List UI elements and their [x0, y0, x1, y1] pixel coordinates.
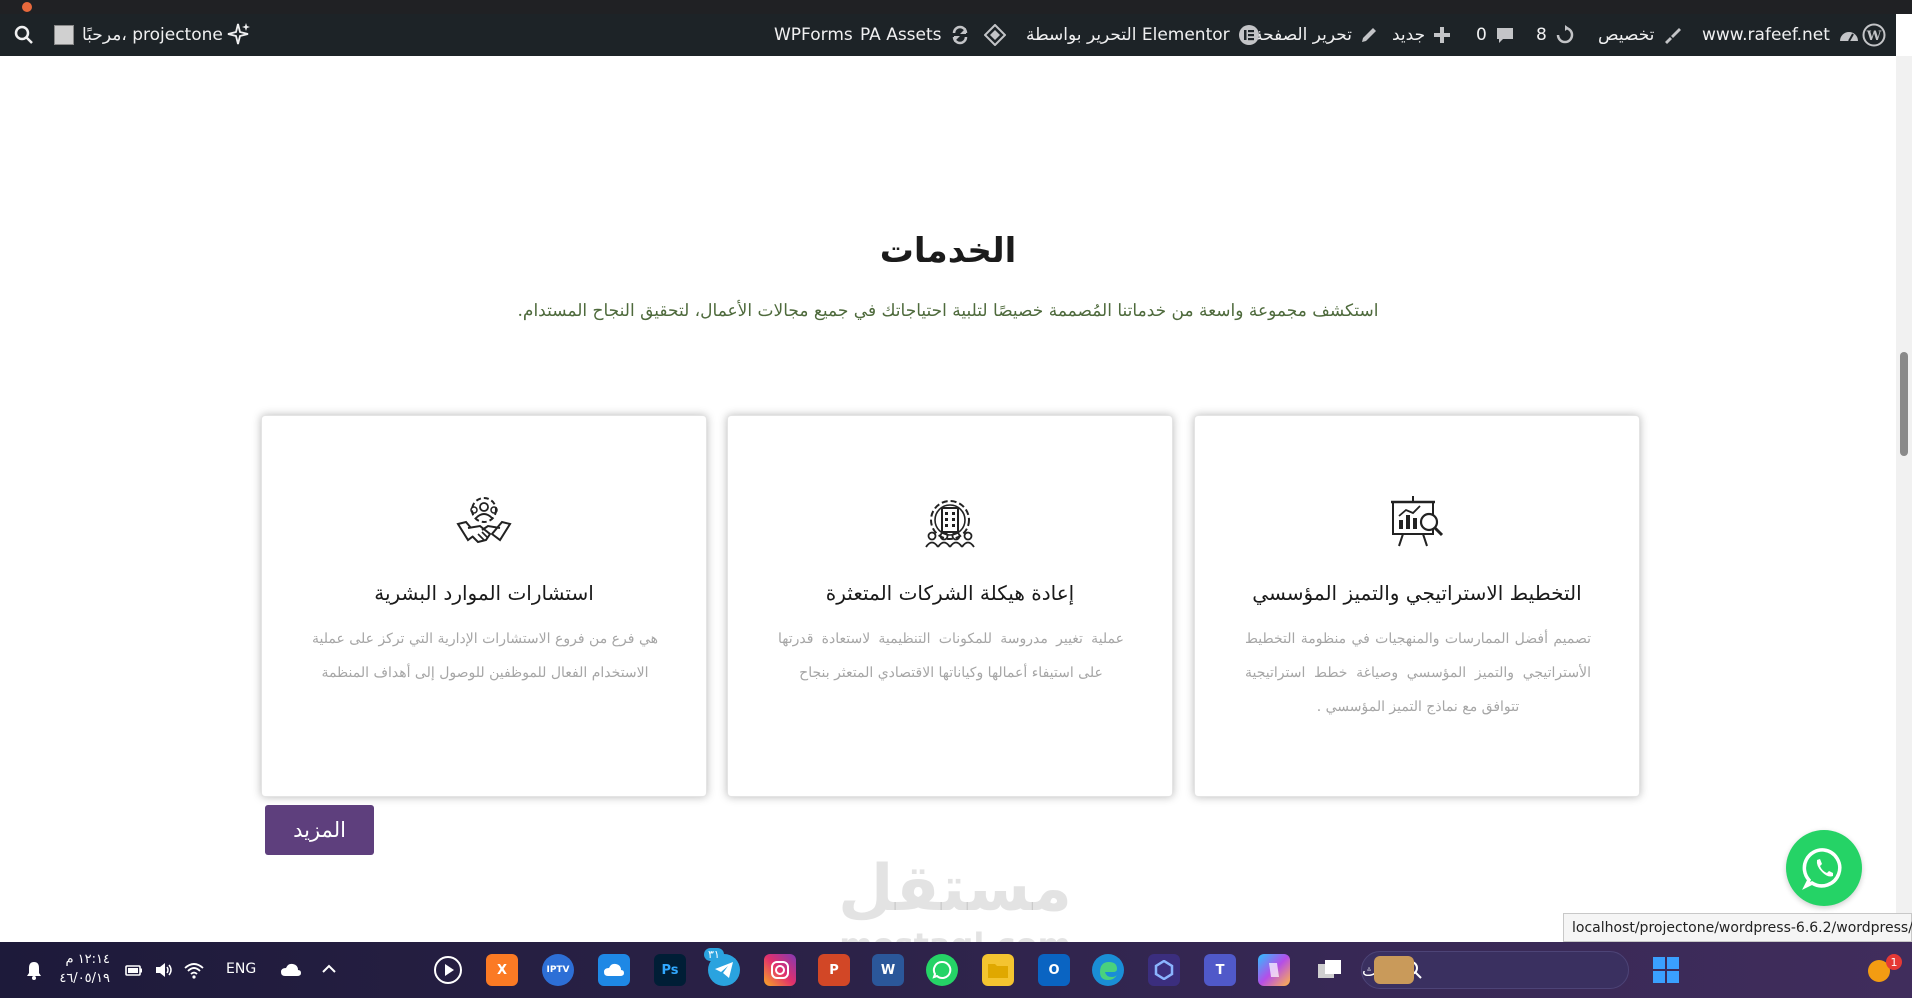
ai-sparkle-menu[interactable]	[226, 14, 252, 56]
whatsapp-icon	[1802, 848, 1842, 890]
outlook-icon[interactable]: O	[1038, 954, 1070, 986]
svg-text:W: W	[1866, 29, 1882, 44]
teams-icon[interactable]: T	[1204, 954, 1236, 986]
template-diamond-menu[interactable]	[984, 14, 1006, 56]
word-icon[interactable]: W	[872, 954, 904, 986]
paintbrush-icon	[1665, 28, 1682, 44]
notification-count-badge: 1	[1886, 954, 1902, 970]
sync-icon	[952, 25, 967, 45]
copilot-icon[interactable]	[1258, 954, 1290, 986]
strategy-board-icon	[1391, 496, 1444, 547]
sparkle-icon	[227, 23, 250, 45]
wordpress-icon: W	[1862, 23, 1886, 47]
search-highlight-cat-icon	[1374, 956, 1414, 984]
pencil-icon	[1361, 28, 1376, 42]
browser-favicon	[22, 2, 32, 12]
whatsapp-chat-button[interactable]	[1786, 830, 1862, 906]
watermark-arabic-text: مستقل	[838, 852, 1072, 926]
page-scrollbar[interactable]	[1896, 56, 1912, 942]
elementor-label: التحرير بواسطة Elementor	[1026, 25, 1230, 45]
wifi-icon[interactable]	[184, 960, 204, 984]
icloud-icon[interactable]	[598, 954, 630, 986]
search-icon	[14, 25, 33, 44]
xampp-icon[interactable]: X	[486, 954, 518, 986]
telegram-badge: ٣١	[704, 948, 724, 961]
updates-count: 8	[1536, 25, 1547, 45]
card-description: عملية تغيير مدروسة للمكونات التنظيمية لا…	[778, 631, 1124, 681]
battery-icon[interactable]	[124, 960, 144, 984]
new-label: جديد	[1392, 25, 1426, 45]
card-description: هي فرع من فروع الاستشارات الإدارية التي …	[312, 631, 658, 681]
edit-page-label: تحرير الصفحة	[1254, 25, 1352, 45]
site-name-menu[interactable]: www.rafeef.net	[1702, 14, 1860, 56]
edit-page-menu[interactable]: تحرير الصفحة	[1254, 14, 1378, 56]
refresh-icon	[1556, 25, 1574, 44]
service-card-hr-consulting[interactable]: استشارات الموارد البشرية هي فرع من فروع …	[261, 415, 707, 797]
diamond-icon	[984, 24, 1006, 46]
browser-tab-strip	[0, 0, 1912, 14]
customize-menu[interactable]: تخصيص	[1598, 14, 1682, 56]
site-name-label: www.rafeef.net	[1702, 25, 1830, 45]
link-status-bar: localhost/projectone/wordpress-6.6.2/wor…	[1563, 913, 1912, 942]
updates-menu[interactable]: 8	[1536, 14, 1575, 56]
pa-assets-menu[interactable]: PA Assets	[860, 14, 970, 56]
copilot-app-icon[interactable]	[1148, 954, 1180, 986]
customize-label: تخصيص	[1598, 25, 1655, 45]
language-indicator[interactable]: ENG	[226, 961, 256, 977]
instagram-icon[interactable]	[764, 954, 796, 986]
chevron-up-icon[interactable]	[320, 960, 338, 982]
services-subtitle: استكشف مجموعة واسعة من خدماتنا المُصممة …	[517, 301, 1379, 321]
volume-icon[interactable]	[154, 960, 174, 984]
comment-bubble-icon	[1496, 28, 1513, 43]
page-content: الخدمات استكشف مجموعة واسعة من خدماتنا ا…	[0, 56, 1896, 942]
taskbar-clock[interactable]: ١٢:١٤ م ٤٦/٠٥/١٩	[50, 950, 110, 988]
service-card-restructuring[interactable]: إعادة هيكلة الشركات المتعثرة عملية تغيير…	[727, 415, 1173, 797]
wpforms-menu[interactable]: WPForms	[774, 14, 853, 56]
building-gear-icon	[925, 500, 975, 548]
media-player-icon[interactable]	[432, 954, 464, 986]
whatsapp-desktop-icon[interactable]	[926, 954, 958, 986]
pa-assets-label: PA Assets	[860, 25, 942, 45]
service-card-strategy[interactable]: التخطيط الاستراتيجي والتميز المؤسسي تصمي…	[1194, 415, 1640, 797]
comments-count: 0	[1476, 25, 1487, 45]
wp-admin-bar: W www.rafeef.net تخصيص 8 0 جديد تحرير ال…	[0, 14, 1896, 56]
taskbar-time: ١٢:١٤ م	[65, 952, 111, 967]
card-title: التخطيط الاستراتيجي والتميز المؤسسي	[1252, 581, 1582, 605]
edge-browser-icon[interactable]	[1092, 954, 1124, 986]
dashboard-gauge-icon	[1839, 32, 1858, 42]
handshake-people-icon	[456, 497, 512, 544]
card-title: استشارات الموارد البشرية	[374, 581, 594, 605]
windows-taskbar: ١٢:١٤ م ٤٦/٠٥/١٩ ENG X IPTV Ps ٣١ P W O	[0, 942, 1912, 998]
onedrive-cloud-icon[interactable]	[280, 960, 302, 984]
start-windows-icon[interactable]	[1650, 954, 1682, 986]
card-title: إعادة هيكلة الشركات المتعثرة	[825, 581, 1075, 605]
greeting-label: مرحبًا، projectone	[82, 25, 223, 45]
notification-bell-icon[interactable]	[24, 960, 44, 984]
powerpoint-icon[interactable]: P	[818, 954, 850, 986]
elementor-icon	[1238, 25, 1259, 45]
plus-icon	[1434, 27, 1451, 43]
wp-logo-menu[interactable]: W	[1862, 14, 1886, 56]
admin-search[interactable]	[14, 14, 34, 56]
wpforms-label: WPForms	[774, 25, 853, 45]
elementor-edit-menu[interactable]: التحرير بواسطة Elementor	[1026, 14, 1260, 56]
iptv-icon[interactable]: IPTV	[542, 954, 574, 986]
task-view-icon[interactable]	[1314, 954, 1346, 986]
scrollbar-thumb[interactable]	[1900, 352, 1908, 456]
photoshop-icon[interactable]: Ps	[654, 954, 686, 986]
services-title: الخدمات	[879, 231, 1017, 271]
avatar	[54, 25, 74, 45]
taskbar-date: ٤٦/٠٥/١٩	[59, 971, 110, 986]
file-explorer-icon[interactable]	[982, 954, 1014, 986]
comments-menu[interactable]: 0	[1476, 14, 1515, 56]
my-account-menu[interactable]: مرحبًا، projectone	[54, 14, 223, 56]
card-description: تصميم أفضل الممارسات والمنهجيات في منظوم…	[1245, 631, 1591, 715]
new-content-menu[interactable]: جديد	[1392, 14, 1451, 56]
more-button[interactable]: المزيد	[265, 805, 374, 855]
